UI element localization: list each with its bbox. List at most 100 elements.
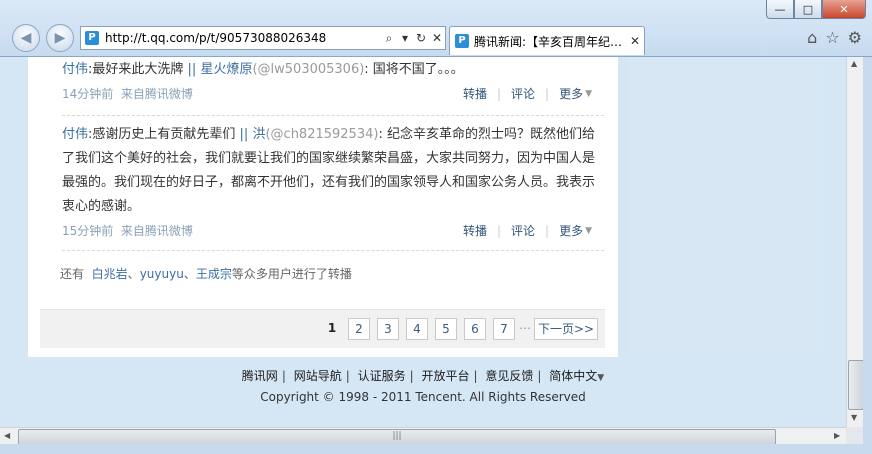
- post-time-source: 14分钟前 来自腾讯微博: [62, 85, 193, 102]
- comment-button[interactable]: 评论: [511, 222, 535, 239]
- footer-link[interactable]: 开放平台: [421, 369, 469, 383]
- reply-text: : 国将不国了。。。: [364, 62, 464, 77]
- repost-user[interactable]: yuyuyu: [140, 267, 184, 281]
- close-window-button[interactable]: ✕: [822, 0, 866, 19]
- copyright: Copyright © 1998 - 2011 Tencent. All Rig…: [260, 390, 586, 404]
- back-button[interactable]: ◀: [12, 24, 40, 52]
- toolbar-icons: ⌂ ☆ ⚙: [807, 28, 862, 47]
- post-divider: [62, 250, 604, 251]
- page-current: 1: [327, 321, 337, 335]
- post-meta: 14分钟前 来自腾讯微博 转播 | 评论 | 更多 ▼: [62, 85, 604, 103]
- footer-link[interactable]: 腾讯网: [242, 369, 278, 383]
- repost-user[interactable]: 白兆岩: [92, 267, 128, 281]
- post-text: 最好来此大洗牌: [92, 62, 184, 77]
- browser-chrome: — □ ✕ ◀ ▶ P http://t.qq.com/p/t/90573088…: [0, 0, 872, 57]
- page-viewport: 付伟:最好来此大洗牌 || 星火燎原(@lw503005306): 国将不国了。…: [0, 57, 846, 427]
- reply-handle[interactable]: (@lw503005306): [252, 62, 364, 77]
- content-panel: 付伟:最好来此大洗牌 || 星火燎原(@lw503005306): 国将不国了。…: [28, 57, 618, 357]
- reply-handle[interactable]: (@ch821592534): [265, 127, 378, 142]
- window-frame: [0, 444, 872, 454]
- post-actions: 转播 | 评论 | 更多 ▼: [463, 85, 592, 102]
- home-icon[interactable]: ⌂: [807, 28, 817, 47]
- scroll-up-icon[interactable]: ▲: [851, 59, 857, 68]
- post-divider: [62, 115, 604, 116]
- chevron-down-icon: ▼: [597, 373, 605, 383]
- refresh-icon[interactable]: ↻: [413, 31, 429, 45]
- browser-tab[interactable]: P 腾讯新闻:【辛亥百周年纪… ✕: [449, 26, 645, 55]
- repost-user[interactable]: 王成宗: [196, 267, 232, 281]
- post-meta: 15分钟前 来自腾讯微博 转播 | 评论 | 更多 ▼: [62, 222, 604, 240]
- post-item: 付伟:感谢历史上有贡献先辈们 || 洪(@ch821592534): 纪念辛亥革…: [62, 123, 604, 219]
- site-favicon: P: [85, 31, 99, 45]
- repost-button[interactable]: 转播: [463, 222, 487, 239]
- next-page-button[interactable]: 下一页>>: [534, 318, 598, 340]
- forward-button[interactable]: ▶: [46, 24, 74, 52]
- pagination: 1 2 3 4 5 6 7 … 下一页>>: [40, 309, 605, 348]
- favorites-star-icon[interactable]: ☆: [825, 28, 839, 47]
- vertical-scroll-thumb[interactable]: [848, 360, 864, 410]
- page-ellipsis: …: [519, 318, 531, 332]
- tools-gear-icon[interactable]: ⚙: [848, 28, 862, 47]
- post-source[interactable]: 来自腾讯微博: [121, 87, 193, 101]
- footer-link[interactable]: 意见反馈: [485, 369, 533, 383]
- action-divider: |: [545, 86, 550, 101]
- action-divider: |: [496, 223, 501, 238]
- post-author[interactable]: 付伟: [62, 62, 88, 77]
- page-link[interactable]: 6: [464, 318, 486, 340]
- post-time[interactable]: 15分钟前: [62, 224, 113, 238]
- scroll-down-icon[interactable]: ▼: [851, 413, 857, 422]
- repost-sep: 、: [127, 267, 140, 281]
- search-icon[interactable]: ⌕: [381, 31, 397, 46]
- repost-sep: 、: [183, 267, 196, 281]
- chevron-down-icon: ▼: [585, 225, 592, 236]
- page-link[interactable]: 7: [493, 318, 515, 340]
- post-separator: ||: [235, 127, 253, 142]
- tab-favicon: P: [455, 34, 469, 48]
- repost-users-line: 还有 白兆岩、yuyuyu、王成宗等众多用户进行了转播: [60, 265, 352, 282]
- horizontal-scroll-thumb[interactable]: |||: [18, 429, 776, 445]
- post-actions: 转播 | 评论 | 更多 ▼: [463, 222, 592, 239]
- forward-arrow-icon: ▶: [54, 30, 66, 46]
- page-link[interactable]: 3: [377, 318, 399, 340]
- repost-prefix: 还有: [60, 267, 85, 281]
- post-author[interactable]: 付伟: [62, 127, 88, 142]
- more-button[interactable]: 更多: [559, 222, 583, 239]
- page-link[interactable]: 2: [348, 318, 370, 340]
- post-text: 感谢历史上有贡献先辈们: [92, 127, 236, 142]
- dropdown-icon[interactable]: ▾: [397, 31, 413, 45]
- repost-button[interactable]: 转播: [463, 85, 487, 102]
- action-divider: |: [496, 86, 501, 101]
- horizontal-scrollbar[interactable]: ◀ ||| ▶: [0, 427, 846, 445]
- tab-close-icon[interactable]: ✕: [626, 34, 644, 48]
- post-time-source: 15分钟前 来自腾讯微博: [62, 222, 193, 239]
- chevron-down-icon: ▼: [585, 88, 592, 99]
- post-item: 付伟:最好来此大洗牌 || 星火燎原(@lw503005306): 国将不国了。…: [62, 58, 604, 82]
- page-link[interactable]: 5: [435, 318, 457, 340]
- page-link[interactable]: 4: [406, 318, 428, 340]
- footer-link[interactable]: 认证服务: [358, 369, 406, 383]
- footer-link[interactable]: 网站导航: [294, 369, 342, 383]
- window-frame: [863, 57, 872, 454]
- right-sidebar: [628, 57, 826, 353]
- reply-author[interactable]: 洪: [252, 127, 265, 142]
- footer-links: 腾讯网 | 网站导航 | 认证服务 | 开放平台 | 意见反馈 | 简体中文▼: [241, 369, 605, 383]
- minimize-button[interactable]: —: [766, 0, 794, 19]
- reply-author[interactable]: 星火燎原: [200, 62, 252, 77]
- scroll-right-icon[interactable]: ▶: [834, 431, 840, 440]
- language-selector[interactable]: 简体中文: [549, 369, 597, 383]
- post-time[interactable]: 14分钟前: [62, 87, 113, 101]
- post-source[interactable]: 来自腾讯微博: [121, 224, 193, 238]
- maximize-button[interactable]: □: [794, 0, 822, 19]
- scroll-left-icon[interactable]: ◀: [4, 431, 10, 440]
- address-bar[interactable]: P http://t.qq.com/p/t/90573088026348 ⌕ ▾…: [80, 26, 446, 50]
- comment-button[interactable]: 评论: [511, 85, 535, 102]
- vertical-scrollbar[interactable]: ▲ ▼: [846, 57, 864, 427]
- stop-icon[interactable]: ✕: [429, 31, 445, 45]
- post-separator: ||: [183, 62, 201, 77]
- window-controls: — □ ✕: [766, 0, 866, 19]
- tab-title: 腾讯新闻:【辛亥百周年纪…: [474, 34, 623, 49]
- back-arrow-icon: ◀: [20, 30, 32, 46]
- url-text[interactable]: http://t.qq.com/p/t/90573088026348: [105, 31, 381, 45]
- more-button[interactable]: 更多: [559, 85, 583, 102]
- action-divider: |: [545, 223, 550, 238]
